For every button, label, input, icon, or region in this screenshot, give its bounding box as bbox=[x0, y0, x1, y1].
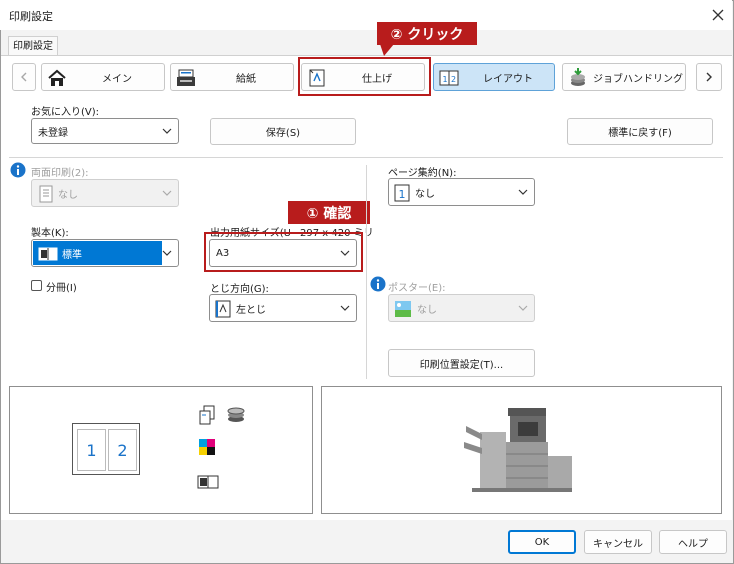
favorites-select[interactable]: 未登録 bbox=[31, 118, 179, 144]
job-stack-icon bbox=[571, 68, 585, 86]
binding-edge-value: 左とじ bbox=[236, 304, 266, 316]
layout-pages-icon: 12 bbox=[439, 70, 459, 86]
svg-text:1: 1 bbox=[443, 75, 448, 84]
preview-page-1: 1 bbox=[77, 429, 106, 471]
binding-edge-select[interactable]: 左とじ bbox=[209, 294, 357, 322]
binding-value: 標準 bbox=[62, 249, 82, 261]
duplex-page-icon bbox=[39, 185, 53, 203]
nav-item-label: ジョブハンドリング bbox=[593, 73, 683, 85]
nav-item-paper[interactable]: 給紙 bbox=[170, 63, 294, 91]
nav-item-layout[interactable]: 12 レイアウト bbox=[433, 63, 555, 91]
ok-button[interactable]: OK bbox=[508, 530, 576, 554]
nav-prev-button[interactable] bbox=[12, 63, 36, 91]
save-favorite-button[interactable]: 保存(S) bbox=[210, 118, 356, 145]
help-button[interactable]: ヘルプ bbox=[659, 530, 727, 554]
favorites-value: 未登録 bbox=[38, 127, 68, 139]
poster-image-icon bbox=[395, 301, 411, 317]
poster-label: ポスター(E): bbox=[388, 283, 446, 294]
chevron-down-icon bbox=[518, 305, 528, 311]
print-position-button[interactable]: 印刷位置設定(T)... bbox=[388, 349, 535, 377]
chevron-right-icon bbox=[706, 72, 712, 82]
chevron-down-icon bbox=[518, 189, 528, 195]
pages-flip-icon bbox=[199, 405, 215, 425]
nup-label: ページ集約(N): bbox=[388, 168, 457, 179]
nav-item-main[interactable]: メイン bbox=[41, 63, 165, 91]
booklet-icon bbox=[197, 475, 219, 489]
color-mode-icon bbox=[199, 439, 215, 455]
callout-pointer-icon bbox=[380, 44, 394, 56]
annotation-highlight-finishing bbox=[298, 57, 431, 96]
section-divider bbox=[9, 157, 723, 158]
restore-defaults-button[interactable]: 標準に戻す(F) bbox=[567, 118, 713, 145]
single-page-icon: 1 bbox=[394, 184, 410, 202]
duplex-value: なし bbox=[58, 189, 78, 201]
chevron-down-icon bbox=[162, 128, 172, 134]
info-icon bbox=[10, 162, 26, 178]
window-title: 印刷設定 bbox=[9, 10, 53, 23]
preview-page-2: 2 bbox=[108, 429, 137, 471]
book-icon bbox=[38, 247, 58, 261]
cancel-button[interactable]: キャンセル bbox=[584, 530, 652, 554]
svg-text:1: 1 bbox=[399, 188, 406, 201]
annotation-step2-label: ② クリック bbox=[377, 22, 477, 45]
split-checkbox[interactable] bbox=[31, 280, 42, 291]
annotation-step1-label: ① 確認 bbox=[288, 201, 370, 224]
duplex-label: 両面印刷(2): bbox=[31, 168, 89, 179]
nav-item-label: 給紙 bbox=[236, 73, 256, 85]
chevron-down-icon bbox=[340, 305, 350, 311]
nup-value: なし bbox=[415, 188, 435, 200]
binding-edge-label: とじ方向(G): bbox=[210, 284, 269, 295]
duplex-select[interactable]: なし bbox=[31, 179, 179, 207]
left-binding-icon bbox=[215, 300, 231, 318]
column-divider bbox=[366, 165, 367, 379]
close-button[interactable] bbox=[708, 5, 728, 25]
poster-select[interactable]: なし bbox=[388, 294, 535, 322]
nav-item-label: メイン bbox=[102, 73, 132, 85]
title-bar bbox=[0, 0, 732, 30]
layout-preview-panel bbox=[9, 386, 313, 514]
printer-device-icon bbox=[464, 408, 572, 492]
nav-item-label: レイアウト bbox=[483, 73, 533, 85]
nav-item-job-handling[interactable]: ジョブハンドリング bbox=[562, 63, 686, 91]
chevron-down-icon bbox=[162, 190, 172, 196]
info-icon bbox=[370, 276, 386, 292]
preview-spread: 1 2 bbox=[72, 423, 140, 475]
binding-label: 製本(K): bbox=[31, 228, 69, 239]
chevron-left-icon bbox=[21, 72, 27, 82]
chevron-down-icon bbox=[162, 250, 172, 256]
close-icon bbox=[712, 9, 724, 21]
nav-next-button[interactable] bbox=[696, 63, 722, 91]
paper-stack-icon bbox=[227, 407, 245, 422]
favorites-label: お気に入り(V): bbox=[31, 107, 100, 118]
poster-value: なし bbox=[417, 304, 437, 316]
nup-select[interactable]: 1 なし bbox=[388, 178, 535, 206]
paper-tray-icon bbox=[177, 69, 195, 86]
home-icon bbox=[48, 69, 66, 86]
tab-print-settings[interactable]: 印刷設定 bbox=[8, 36, 58, 56]
svg-text:2: 2 bbox=[451, 75, 456, 84]
annotation-highlight-paper-size bbox=[204, 232, 363, 272]
split-label: 分冊(I) bbox=[46, 283, 77, 294]
binding-select[interactable]: 標準 bbox=[31, 239, 179, 267]
